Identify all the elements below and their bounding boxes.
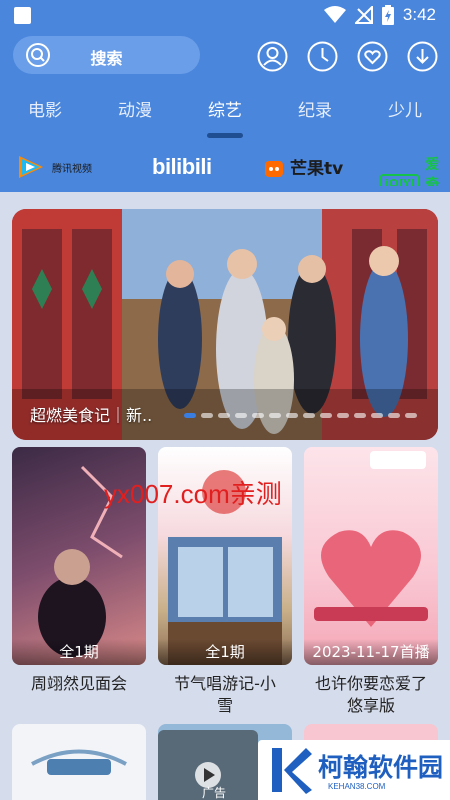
pagination-dot[interactable] (184, 413, 196, 418)
user-icon[interactable] (257, 41, 288, 72)
pagination-dot[interactable] (371, 413, 383, 418)
pagination-dot[interactable] (320, 413, 332, 418)
tab-anime[interactable]: 动漫 (118, 96, 152, 121)
banner-caption: 超燃美食记｜新.. (30, 406, 153, 425)
no-signal-icon (354, 6, 373, 24)
wifi-icon (323, 6, 346, 23)
watermark-text: 柯翰软件园 (318, 753, 444, 782)
episode-badge: 全1期 (158, 639, 292, 665)
iqiyi-label: 爱奇艺 (425, 157, 440, 186)
category-tabs: 电影 动漫 综艺 纪录 少儿 (0, 96, 450, 136)
platform-bilibili[interactable]: bilibili (152, 154, 212, 180)
pagination-dot[interactable] (303, 413, 315, 418)
tab-movie[interactable]: 电影 (28, 96, 62, 121)
pagination-dot[interactable] (405, 413, 417, 418)
history-clock-icon[interactable] (307, 41, 338, 72)
test-watermark: yx007.com亲测 (104, 479, 282, 509)
poster-artwork (314, 451, 428, 627)
card-poster: 2023-11-17首播 (304, 447, 438, 665)
pagination-dot[interactable] (286, 413, 298, 418)
pagination-dot[interactable] (269, 413, 281, 418)
content-card[interactable] (12, 724, 146, 800)
iqiyi-logo-box: iQIYI (380, 174, 420, 186)
battery-icon (381, 5, 394, 25)
site-watermark-logo: 柯翰软件园 KEHAN38.COM (258, 740, 450, 800)
platform-row: 腾讯视频 bilibili 芒果tv iQIYI 爱奇艺 (0, 146, 450, 186)
poster-artwork (31, 749, 127, 775)
kehan-logo-icon (272, 748, 312, 794)
tencent-play-icon (19, 156, 43, 178)
pagination-dot[interactable] (235, 413, 247, 418)
mango-icon (265, 160, 283, 177)
tencent-label: 腾讯视频 (52, 163, 92, 175)
tab-documentary[interactable]: 纪录 (298, 96, 332, 121)
banner-pagination[interactable] (184, 413, 417, 418)
pagination-dot[interactable] (218, 413, 230, 418)
featured-banner[interactable]: 超燃美食记｜新.. (12, 209, 438, 440)
platform-tencent[interactable]: 腾讯视频 (16, 154, 92, 180)
platform-iqiyi[interactable]: iQIYI 爱奇艺 (380, 154, 450, 186)
card-title: 节气唱游记-小 雪 (174, 674, 276, 715)
premiere-badge: 2023-11-17首播 (304, 639, 438, 665)
pagination-dot[interactable] (337, 413, 349, 418)
active-tab-indicator (207, 133, 243, 138)
platform-mango[interactable]: 芒果tv (264, 154, 343, 179)
card-title: 也许你要恋爱了 悠享版 (314, 674, 427, 715)
favorite-heart-icon[interactable] (357, 41, 388, 72)
status-time: 3:42 (402, 5, 436, 24)
pagination-dot[interactable] (354, 413, 366, 418)
ad-tag: 广告 (202, 786, 227, 800)
download-icon[interactable] (407, 41, 438, 72)
episode-badge: 全1期 (12, 639, 146, 665)
content-card[interactable]: 2023-11-17首播 也许你要恋爱了 悠享版 (304, 447, 438, 717)
header-bar: 3:42 搜索 电影 动漫 综艺 纪录 少儿 腾讯视频 bilibili 芒果t… (0, 0, 450, 192)
search-label: 搜索 (90, 49, 123, 68)
bilibili-label: bilibili (152, 154, 212, 179)
watermark-url: KEHAN38.COM (328, 782, 386, 791)
card-title: 周翊然见面会 (30, 674, 127, 693)
search-button[interactable]: 搜索 (13, 36, 200, 74)
status-bar: 3:42 (0, 0, 450, 32)
pagination-dot[interactable] (201, 413, 213, 418)
pagination-dot[interactable] (252, 413, 264, 418)
tab-variety[interactable]: 综艺 (208, 96, 242, 121)
notification-icon (14, 7, 31, 24)
tab-kids[interactable]: 少儿 (388, 96, 422, 121)
pagination-dot[interactable] (388, 413, 400, 418)
mango-label: 芒果tv (290, 159, 344, 179)
